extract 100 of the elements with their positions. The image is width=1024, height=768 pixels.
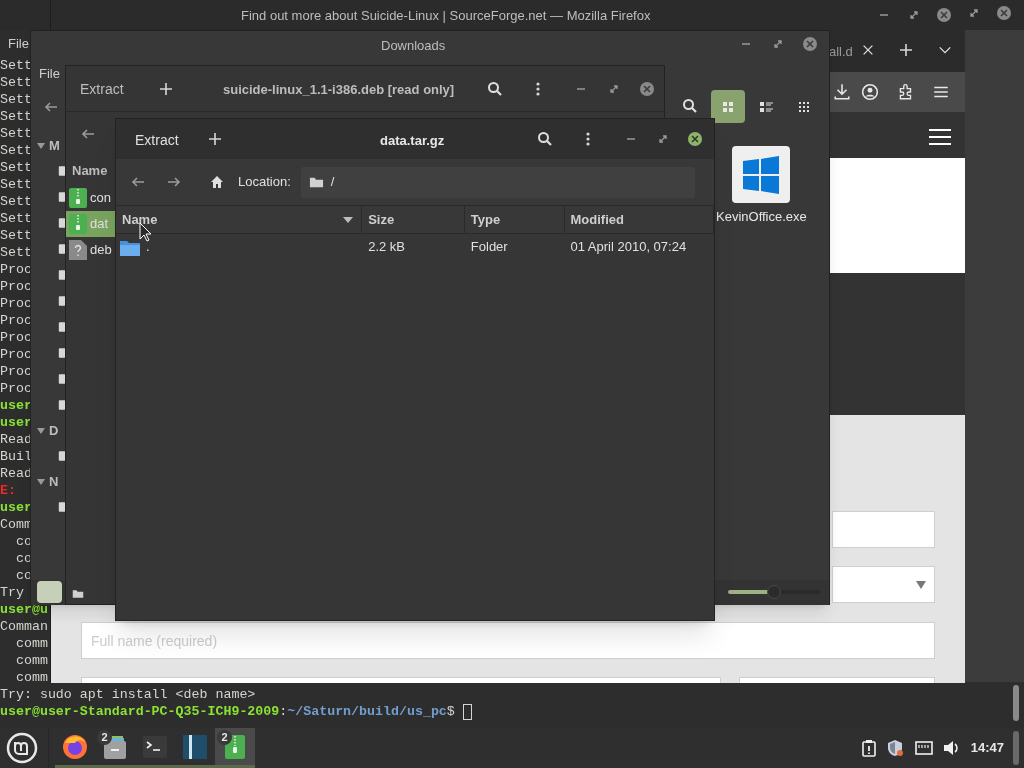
file-row[interactable]: con xyxy=(66,185,116,211)
search-icon[interactable] xyxy=(487,81,503,97)
scrollbar[interactable] xyxy=(1013,685,1019,721)
file-row[interactable]: . 2.2 kB Folder 01 April 2010, 07:24 xyxy=(116,234,714,260)
table-cell-text: 01 April 2010, 07:24 xyxy=(569,238,688,257)
column-header[interactable]: Type xyxy=(464,206,565,234)
terminal-line: Sett xyxy=(0,74,32,91)
unknown-file-icon xyxy=(69,240,87,260)
folder-icon[interactable] xyxy=(72,588,84,600)
terminal-line: Sett xyxy=(0,227,32,244)
location-field[interactable]: / xyxy=(300,166,695,198)
menu-item[interactable]: File xyxy=(8,34,29,54)
clock[interactable]: 14:47 xyxy=(970,738,1004,758)
column-header[interactable]: Size xyxy=(362,206,465,234)
table-cell-text: Folder xyxy=(469,238,509,257)
grid-view-button[interactable] xyxy=(711,90,745,123)
extract-button[interactable]: Extract xyxy=(135,130,179,151)
menu-icon[interactable] xyxy=(929,128,951,146)
network-icon[interactable] xyxy=(914,740,933,756)
window-title: Find out more about Suicide-Linux | SourceForge.net — Mozilla Firefox xyxy=(241,7,651,25)
terminal-line: user xyxy=(0,414,32,431)
sidebar-toggle-button[interactable] xyxy=(37,581,62,603)
expander-icon[interactable] xyxy=(37,478,45,485)
menu-item[interactable]: File xyxy=(39,64,60,84)
sidebar-icon[interactable] xyxy=(58,190,66,204)
plus-icon[interactable] xyxy=(207,131,223,147)
search-icon[interactable] xyxy=(682,98,698,114)
account-icon[interactable] xyxy=(861,83,879,101)
terminal-line: Proc xyxy=(0,380,32,397)
sidebar-icon[interactable] xyxy=(58,294,66,308)
input-field[interactable] xyxy=(832,511,935,548)
shield-icon[interactable] xyxy=(886,739,905,757)
plus-icon[interactable] xyxy=(158,81,174,97)
search-icon[interactable] xyxy=(537,131,553,147)
sidebar-icon[interactable] xyxy=(58,268,66,282)
terminal-line: Proc xyxy=(0,278,32,295)
terminal-line: user@u xyxy=(0,601,48,618)
download-icon[interactable] xyxy=(833,83,851,101)
terminal-line: Sett xyxy=(0,108,32,125)
sidebar-icon[interactable] xyxy=(58,500,66,514)
column-header[interactable]: Name xyxy=(72,161,108,181)
terminal-line: Sett xyxy=(0,193,32,210)
sidebar-icon[interactable] xyxy=(58,398,66,412)
sidebar-icon[interactable] xyxy=(58,216,66,230)
mint-logo-icon[interactable] xyxy=(6,732,38,764)
window-title: Downloads xyxy=(381,37,446,55)
slider-thumb[interactable] xyxy=(767,585,781,599)
terminal-line: Comman xyxy=(0,618,48,635)
sidebar-icon[interactable] xyxy=(58,346,66,360)
taskbar-app-button[interactable]: 2 xyxy=(95,728,135,768)
expander-icon[interactable] xyxy=(37,142,45,149)
count-badge: 2 xyxy=(97,730,112,745)
panel-handle[interactable] xyxy=(1013,731,1019,765)
new-tab-icon[interactable] xyxy=(898,42,914,58)
caret-icon xyxy=(916,581,926,589)
extract-button[interactable]: Extract xyxy=(80,79,124,100)
zoom-slider[interactable] xyxy=(728,585,820,599)
table-cell-text: 2.2 kB xyxy=(367,238,406,257)
terminal-line: Proc xyxy=(0,312,32,329)
location-label: Location: xyxy=(238,173,291,192)
terminal-line: user xyxy=(0,397,32,414)
terminal-line: Buil xyxy=(0,448,32,465)
terminal-line: Proc xyxy=(0,363,32,380)
home-icon[interactable] xyxy=(209,174,225,190)
terminal-line: Sett xyxy=(0,142,32,159)
sidebar-heading: D xyxy=(49,421,59,440)
sidebar-heading: M xyxy=(49,136,60,155)
terminal-line: Sett xyxy=(0,57,32,74)
sidebar-icon[interactable] xyxy=(58,372,66,386)
file-name: deb xyxy=(90,241,112,260)
terminal-line: Proc xyxy=(0,329,32,346)
sidebar-icon[interactable] xyxy=(58,242,66,256)
sidebar-icon[interactable] xyxy=(58,164,66,178)
clipboard-alert-icon[interactable] xyxy=(860,739,877,757)
close-icon[interactable] xyxy=(936,7,952,23)
file-row[interactable]: deb xyxy=(66,237,116,263)
file-icon[interactable] xyxy=(732,146,791,203)
windows-logo-icon xyxy=(741,154,782,195)
sidebar-heading: N xyxy=(49,472,59,491)
taskbar-app-button[interactable]: 2 xyxy=(215,728,255,768)
terminal-line: E: xyxy=(0,482,16,499)
terminal-line: Sett xyxy=(0,91,32,108)
close-icon[interactable] xyxy=(996,5,1012,21)
sidebar-icon[interactable] xyxy=(58,320,66,334)
window-title: data.tar.gz xyxy=(380,132,445,150)
sidebar-icon[interactable] xyxy=(58,449,66,463)
terminal-line: comm xyxy=(14,635,48,652)
close-icon[interactable] xyxy=(861,43,875,57)
terminal-line: Sett xyxy=(0,125,32,142)
volume-icon[interactable] xyxy=(942,740,961,756)
terminal-line: comm xyxy=(14,652,48,669)
close-icon[interactable] xyxy=(687,131,703,147)
terminal-line: Sett xyxy=(0,159,32,176)
expander-icon[interactable] xyxy=(37,427,45,434)
terminal-line: Try xyxy=(0,584,24,601)
tab-title[interactable]: all.d xyxy=(829,42,853,62)
terminal-line: user xyxy=(0,499,32,516)
terminal-line: user@user-Standard-PC-Q35-ICH9-2009:~/Saturn/build/us_pc$ xyxy=(0,703,456,720)
file-name[interactable]: KevinOffice.exe xyxy=(716,207,807,227)
column-header[interactable]: Modified xyxy=(564,206,714,234)
